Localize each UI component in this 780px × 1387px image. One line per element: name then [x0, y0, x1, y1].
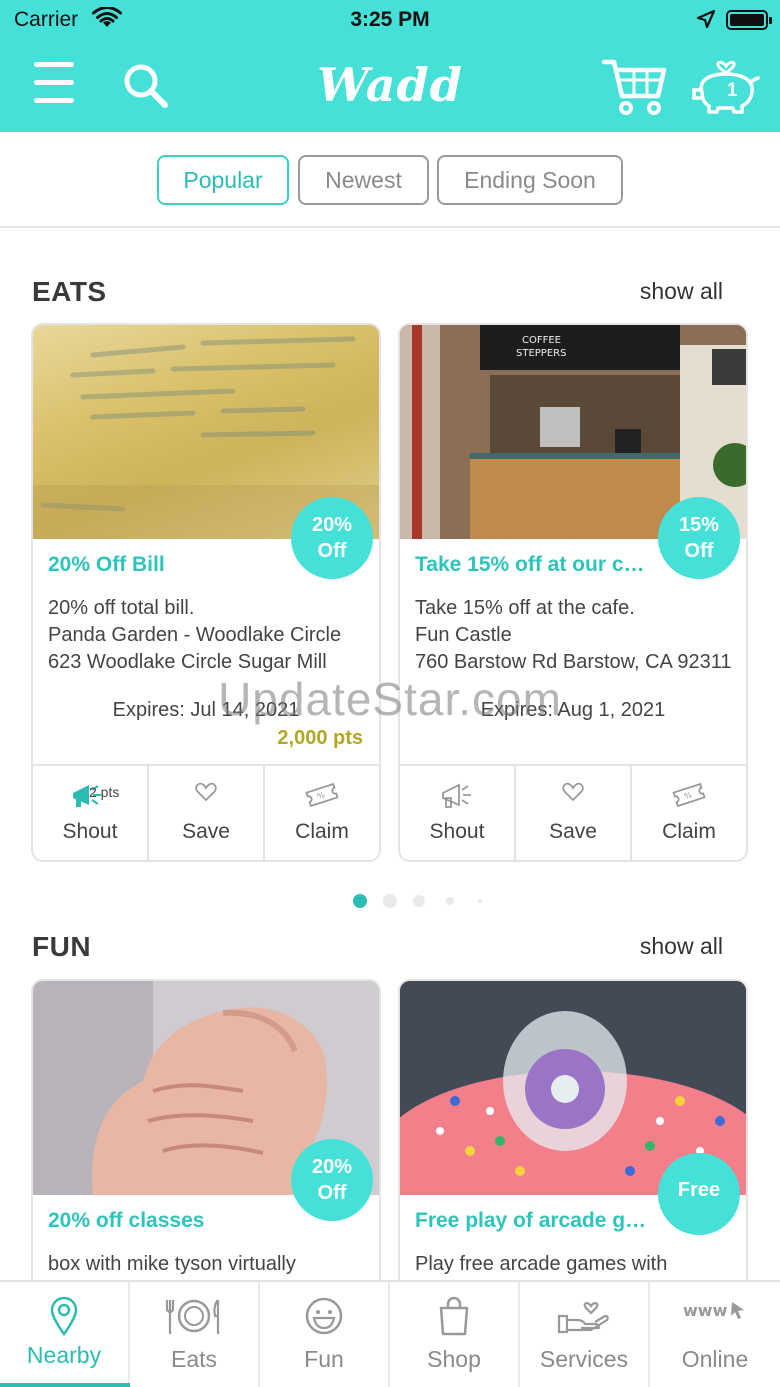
app-header: Carrier 3:25 PM Wadd 1	[0, 0, 780, 132]
bottom-tab-bar: Nearby Eats Fun Shop Services www Online	[0, 1280, 780, 1387]
filter-newest[interactable]: Newest	[298, 155, 429, 205]
page-dot-active[interactable]	[353, 894, 367, 908]
page-dot[interactable]	[478, 899, 482, 903]
watermark: UpdateStar.com	[218, 673, 562, 725]
claim-button[interactable]: % Claim	[265, 766, 379, 860]
deal-description: Take 15% off at the cafe.	[415, 597, 635, 619]
svg-text:%: %	[316, 790, 326, 801]
coupon-ticket-icon: %	[672, 782, 706, 813]
shout-button[interactable]: Shout	[400, 766, 516, 860]
tab-services[interactable]: Services	[520, 1282, 650, 1387]
filter-ending-soon[interactable]: Ending Soon	[437, 155, 623, 205]
location-pin-icon	[49, 1296, 79, 1341]
hand-heart-icon	[557, 1296, 611, 1341]
svg-text:COFFEE: COFFEE	[522, 335, 561, 346]
merchant-address: 623 Woodlake Circle Sugar Mill	[48, 651, 327, 673]
points-cost: 2,000 pts	[277, 727, 363, 749]
deal-title: Take 15% off at our cafe	[415, 553, 647, 576]
show-all-fun-link[interactable]: show all	[640, 933, 723, 960]
deal-card[interactable]: 20% Off 20% off classes box with mike tys…	[31, 979, 381, 1309]
tab-nearby[interactable]: Nearby	[0, 1282, 130, 1387]
svg-text:www: www	[683, 1301, 728, 1320]
deal-title: 20% off classes	[48, 1209, 205, 1232]
section-title-eats: EATS	[32, 276, 107, 307]
plate-cutlery-icon	[164, 1296, 224, 1341]
battery-icon	[726, 10, 772, 30]
cart-icon[interactable]	[601, 56, 667, 116]
svg-text:%: %	[683, 790, 693, 801]
deal-actions: 2 pts Shout Save % Claim	[33, 764, 379, 860]
svg-text:STEPPERS: STEPPERS	[516, 348, 566, 359]
deal-description: box with mike tyson virtually	[48, 1253, 296, 1275]
show-all-eats-link[interactable]: show all	[640, 278, 723, 305]
tab-shop[interactable]: Shop	[390, 1282, 520, 1387]
page-dot[interactable]	[446, 897, 454, 905]
app-logo: Wadd	[317, 58, 463, 112]
location-arrow-icon	[696, 9, 716, 34]
status-bar: Carrier 3:25 PM	[0, 0, 780, 40]
megaphone-icon	[441, 782, 473, 815]
discount-badge: 20% Off	[291, 497, 373, 579]
shopping-bag-icon	[438, 1296, 470, 1341]
carousel-page-indicator	[0, 894, 780, 908]
clock: 3:25 PM	[350, 8, 430, 31]
coupon-ticket-icon: %	[305, 782, 339, 813]
heart-icon	[562, 782, 584, 807]
filter-popular[interactable]: Popular	[157, 155, 289, 205]
deal-card[interactable]: 20% Off 20% Off Bill 20% off total bill. …	[31, 323, 381, 862]
deal-card[interactable]: Free Free play of arcade games Play free…	[398, 979, 748, 1309]
search-icon[interactable]	[122, 62, 170, 110]
menu-icon[interactable]	[34, 62, 74, 106]
deal-title: 20% Off Bill	[48, 553, 165, 576]
deal-card[interactable]: COFFEE STEPPERS 15% Off Take 15% off at o…	[398, 323, 748, 862]
deal-title: Free play of arcade games	[415, 1209, 647, 1232]
save-button[interactable]: Save	[149, 766, 265, 860]
deal-actions: Shout Save % Claim	[400, 764, 746, 860]
discount-badge: 15% Off	[658, 497, 740, 579]
shout-points: 2 pts	[89, 784, 120, 800]
merchant-address: 760 Barstow Rd Barstow, CA 92311	[415, 651, 732, 673]
sort-filter-bar: Popular Newest Ending Soon	[0, 132, 780, 228]
page-dot[interactable]	[383, 894, 397, 908]
deal-description: Play free arcade games with	[415, 1253, 668, 1275]
merchant-name: Fun Castle	[415, 624, 512, 646]
merchant-name: Panda Garden - Woodlake Circle	[48, 624, 342, 646]
smiley-icon	[304, 1296, 344, 1341]
tab-online[interactable]: www Online	[650, 1282, 780, 1387]
tab-eats[interactable]: Eats	[130, 1282, 260, 1387]
heart-icon	[195, 782, 217, 807]
shout-button[interactable]: 2 pts Shout	[33, 766, 149, 860]
deal-description: 20% off total bill.	[48, 597, 195, 619]
section-title-fun: FUN	[32, 931, 92, 962]
page-dot[interactable]	[413, 895, 425, 907]
discount-badge: 20% Off	[291, 1139, 373, 1221]
free-badge: Free	[658, 1153, 740, 1235]
www-cursor-icon: www	[682, 1296, 748, 1331]
save-button[interactable]: Save	[516, 766, 632, 860]
wallet-count-badge: 1	[726, 80, 738, 101]
tab-fun[interactable]: Fun	[260, 1282, 390, 1387]
claim-button[interactable]: % Claim	[632, 766, 746, 860]
